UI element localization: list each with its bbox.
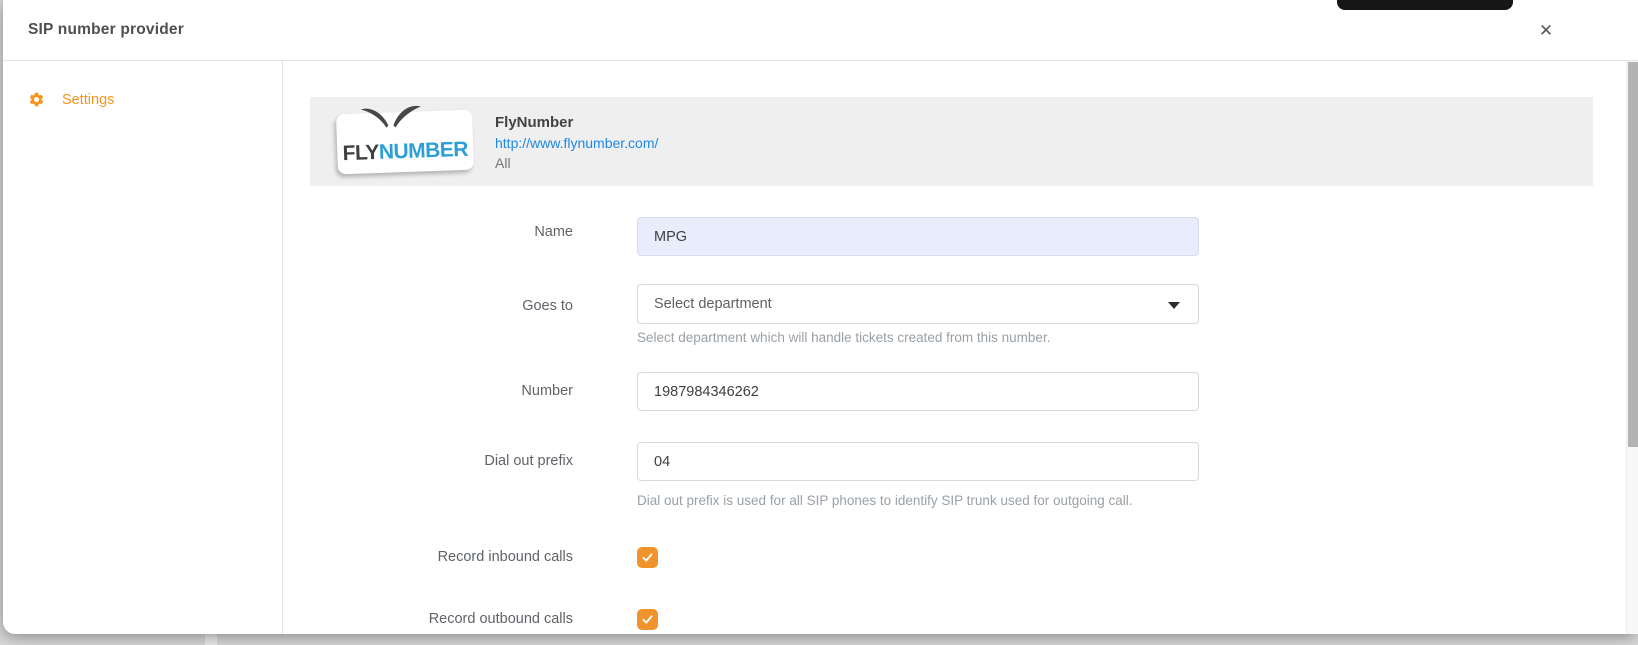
dial-out-prefix-help-text: Dial out prefix is used for all SIP phon… bbox=[637, 493, 1133, 508]
provider-banner: FLYNUMBER FlyNumber http://www.flynumber… bbox=[310, 97, 1593, 186]
provider-scope: All bbox=[495, 155, 658, 171]
number-label: Number bbox=[283, 382, 573, 400]
record-inbound-checkbox[interactable] bbox=[637, 547, 658, 568]
provider-info: FlyNumber http://www.flynumber.com/ All bbox=[495, 112, 658, 171]
record-outbound-checkbox[interactable] bbox=[637, 609, 658, 630]
dial-out-prefix-label: Dial out prefix bbox=[283, 452, 573, 470]
chevron-down-icon bbox=[1168, 302, 1180, 309]
name-input[interactable] bbox=[637, 217, 1199, 256]
page-title: SIP number provider bbox=[28, 21, 184, 39]
number-input[interactable] bbox=[637, 372, 1199, 411]
name-label: Name bbox=[283, 223, 573, 241]
provider-name: FlyNumber bbox=[495, 114, 658, 131]
record-inbound-label: Record inbound calls bbox=[283, 548, 573, 566]
close-icon: ✕ bbox=[1539, 21, 1553, 41]
sidebar-item-settings[interactable]: Settings bbox=[3, 85, 282, 114]
checkmark-icon bbox=[640, 612, 655, 627]
browser-notification-remnant bbox=[1337, 0, 1513, 10]
vertical-scrollbar[interactable] bbox=[1626, 61, 1638, 634]
provider-url-link[interactable]: http://www.flynumber.com/ bbox=[495, 135, 658, 151]
sip-provider-modal: SIP number provider ✕ Settings FLY bbox=[3, 0, 1638, 634]
checkmark-icon bbox=[640, 550, 655, 565]
background-sliver bbox=[205, 634, 217, 645]
gear-icon bbox=[28, 91, 45, 108]
logo-number-text: NUMBER bbox=[378, 137, 468, 163]
department-select-value: Select department bbox=[654, 296, 772, 312]
sidebar-item-label: Settings bbox=[62, 92, 114, 108]
logo-fly-text: FLY bbox=[342, 140, 379, 164]
goes-to-label: Goes to bbox=[283, 297, 573, 315]
scrollbar-thumb[interactable] bbox=[1628, 62, 1638, 447]
settings-panel: FLYNUMBER FlyNumber http://www.flynumber… bbox=[283, 61, 1638, 634]
goes-to-help-text: Select department which will handle tick… bbox=[637, 330, 1050, 345]
department-select[interactable]: Select department bbox=[637, 284, 1199, 324]
record-outbound-label: Record outbound calls bbox=[283, 610, 573, 628]
sidebar: Settings bbox=[3, 61, 283, 634]
flynumber-logo: FLYNUMBER bbox=[336, 109, 474, 174]
close-button[interactable]: ✕ bbox=[1532, 17, 1560, 45]
modal-body: Settings FLYNUMBER FlyNumber http://www.… bbox=[3, 61, 1638, 634]
wings-icon bbox=[360, 102, 423, 130]
dial-out-prefix-input[interactable] bbox=[637, 442, 1199, 481]
logo-text: FLYNUMBER bbox=[342, 137, 468, 165]
